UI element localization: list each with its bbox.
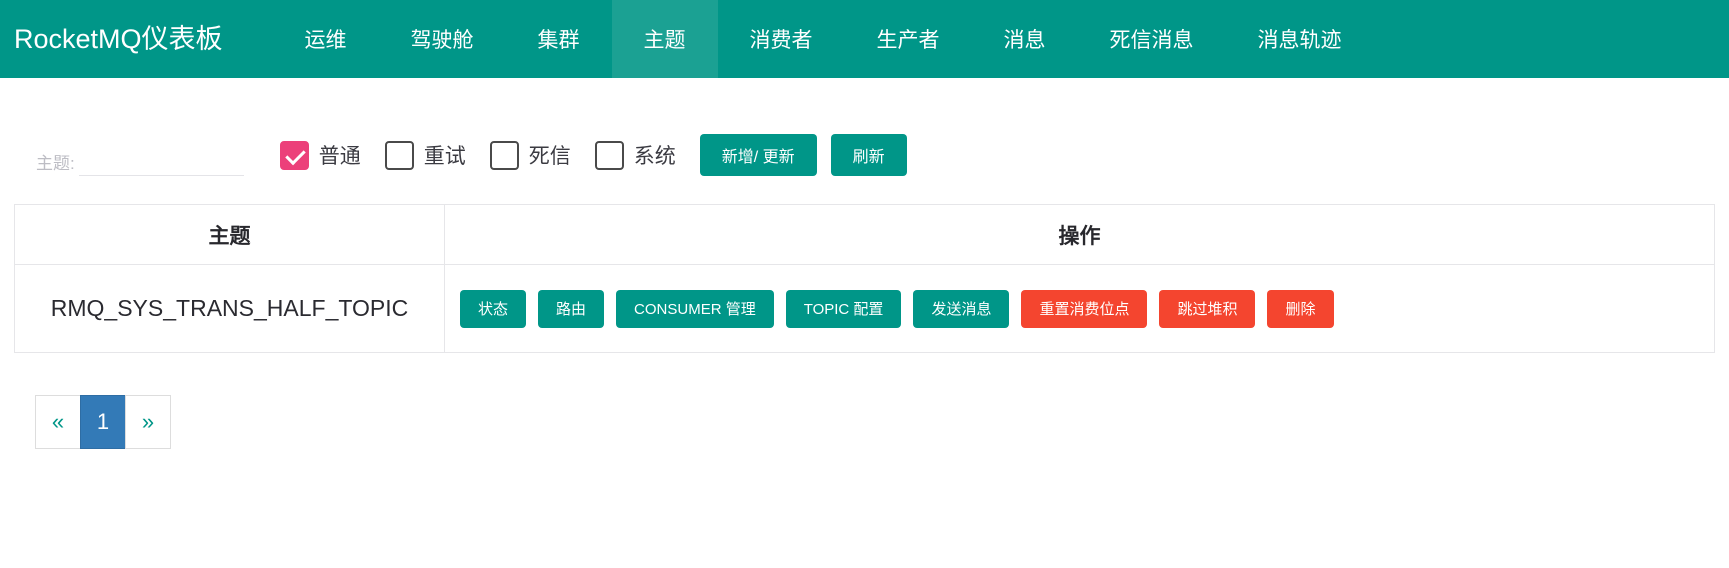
topic-table-container: 主题 操作 RMQ_SYS_TRANS_HALF_TOPIC 状态 路由 CON…: [14, 204, 1715, 353]
nav-item-ops[interactable]: 运维: [273, 0, 379, 78]
column-header-actions: 操作: [444, 204, 1715, 265]
checkbox-system-box[interactable]: [594, 140, 624, 170]
nav-item-topic[interactable]: 主题: [611, 0, 718, 78]
topic-search-input[interactable]: [78, 148, 244, 176]
add-update-button[interactable]: 新增/ 更新: [699, 134, 817, 176]
table-head: 主题 操作: [14, 204, 1715, 265]
nav-item-dead-letter[interactable]: 死信消息: [1078, 0, 1226, 78]
checkbox-normal-label: 普通: [318, 145, 361, 168]
nav-item-message[interactable]: 消息: [972, 0, 1078, 78]
nav-item-consumer[interactable]: 消费者: [718, 0, 845, 78]
table-body: RMQ_SYS_TRANS_HALF_TOPIC 状态 路由 CONSUMER …: [14, 264, 1715, 353]
route-button[interactable]: 路由: [538, 289, 605, 328]
checkbox-normal[interactable]: 普通: [279, 140, 361, 170]
nav-item-cluster[interactable]: 集群: [506, 0, 612, 78]
checkbox-retry-label: 重试: [423, 145, 466, 168]
checkbox-system-label: 系统: [633, 145, 676, 168]
consumer-manage-button[interactable]: CONSUMER 管理: [616, 289, 774, 328]
top-navbar: RocketMQ仪表板 运维 驾驶舱 集群 主题 消费者 生产者 消息 死信消息…: [0, 0, 1729, 78]
table-row: RMQ_SYS_TRANS_HALF_TOPIC 状态 路由 CONSUMER …: [14, 264, 1715, 353]
reset-consume-offset-button[interactable]: 重置消费位点: [1021, 289, 1148, 328]
checkbox-dead-letter-box[interactable]: [489, 140, 519, 170]
pagination-page-1[interactable]: 1: [80, 395, 126, 449]
topic-type-checkbox-group: 普通 重试 死信 系统: [279, 140, 700, 170]
nav-item-message-trace[interactable]: 消息轨迹: [1226, 0, 1374, 78]
nav-item-producer[interactable]: 生产者: [845, 0, 972, 78]
checkbox-retry-box[interactable]: [384, 140, 414, 170]
refresh-button[interactable]: 刷新: [830, 134, 907, 176]
checkbox-dead-letter[interactable]: 死信: [489, 140, 571, 170]
action-button-group: 状态 路由 CONSUMER 管理 TOPIC 配置 发送消息 重置消费位点 跳…: [446, 289, 1713, 328]
checkbox-retry[interactable]: 重试: [384, 140, 466, 170]
topic-config-button[interactable]: TOPIC 配置: [785, 289, 902, 328]
checkbox-dead-letter-label: 死信: [528, 145, 571, 168]
filter-row: 主题: 普通 重试 死信 系统 新增/ 更新 刷新: [0, 134, 1729, 176]
table-header-row: 主题 操作: [14, 204, 1715, 265]
topic-filter-label: 主题:: [36, 154, 75, 173]
pagination: « 1 »: [35, 395, 1729, 449]
topic-table: 主题 操作 RMQ_SYS_TRANS_HALF_TOPIC 状态 路由 CON…: [14, 204, 1715, 353]
send-message-button[interactable]: 发送消息: [913, 289, 1010, 328]
nav-item-dashboard[interactable]: 驾驶舱: [379, 0, 506, 78]
skip-accumulation-button[interactable]: 跳过堆积: [1159, 289, 1256, 328]
cell-actions: 状态 路由 CONSUMER 管理 TOPIC 配置 发送消息 重置消费位点 跳…: [444, 264, 1715, 353]
cell-topic-name: RMQ_SYS_TRANS_HALF_TOPIC: [14, 264, 445, 353]
checkbox-normal-box[interactable]: [279, 140, 309, 170]
delete-button[interactable]: 删除: [1267, 289, 1334, 328]
filter-bar: 主题: 普通 重试 死信 系统 新增/ 更新 刷新: [0, 78, 1729, 190]
nav-item-list: 运维 驾驶舱 集群 主题 消费者 生产者 消息 死信消息 消息轨迹: [273, 0, 1374, 78]
status-button[interactable]: 状态: [460, 289, 527, 328]
column-header-topic: 主题: [14, 204, 445, 265]
checkbox-system[interactable]: 系统: [594, 140, 676, 170]
pagination-next[interactable]: »: [125, 395, 171, 449]
pagination-prev[interactable]: «: [35, 395, 81, 449]
brand-title[interactable]: RocketMQ仪表板: [0, 0, 223, 78]
